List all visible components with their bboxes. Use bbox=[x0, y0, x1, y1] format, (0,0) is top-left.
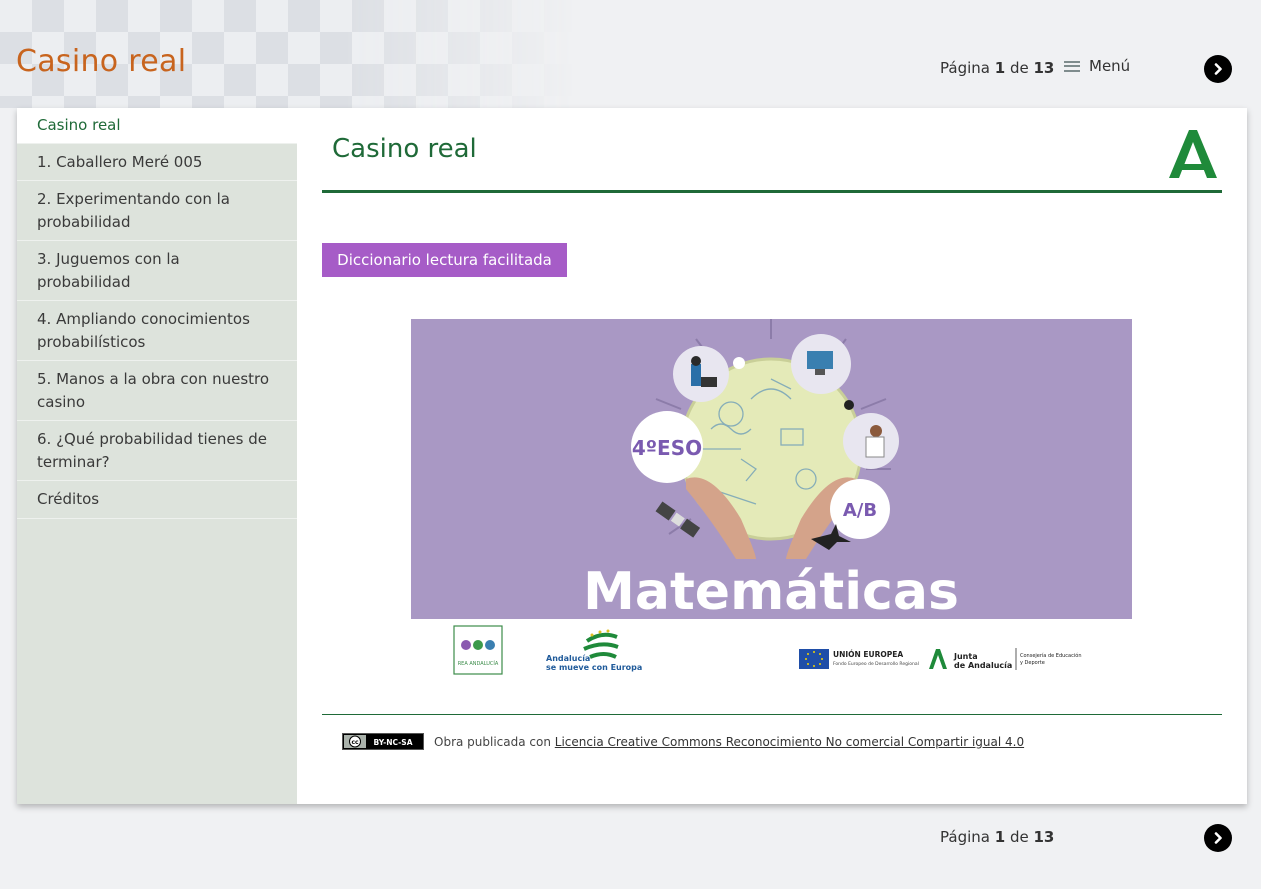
menu-label: Menú bbox=[1089, 57, 1131, 75]
title-divider bbox=[322, 190, 1222, 193]
rea-logo-text: REA ANDALUCÍA bbox=[458, 660, 499, 667]
chevron-right-icon bbox=[1214, 832, 1222, 844]
pagination-bottom: Página 1 de 13 bbox=[940, 828, 1055, 846]
sidebar-item-creditos[interactable]: Créditos bbox=[17, 481, 297, 519]
next-page-button[interactable] bbox=[1204, 55, 1232, 83]
junta-logo-icon bbox=[1169, 130, 1217, 178]
sidebar-item-terminar[interactable]: 6. ¿Qué probabilidad tienes de terminar? bbox=[17, 421, 297, 481]
cover-course: 4ºESO bbox=[632, 436, 702, 460]
site-title: Casino real bbox=[16, 44, 187, 79]
sidebar-item-caballero-mere[interactable]: 1. Caballero Meré 005 bbox=[17, 144, 297, 181]
cover-image: 4ºESO A/B Matemáticas bbox=[411, 319, 1132, 619]
cover-subject: Matemáticas bbox=[583, 562, 959, 619]
header: Casino real Página 1 de 13 Menú bbox=[0, 0, 1261, 108]
page-wrapper: Casino real 1. Caballero Meré 005 2. Exp… bbox=[17, 108, 1247, 804]
junta-line1: Junta bbox=[953, 652, 978, 661]
ue-subtitle: Fondo Europeo de Desarrollo Regional bbox=[833, 661, 919, 667]
license-link[interactable]: Licencia Creative Commons Reconocimiento… bbox=[555, 735, 1024, 749]
hamburger-icon bbox=[1064, 60, 1080, 72]
pagination-top: Página 1 de 13 bbox=[940, 59, 1055, 77]
consejeria-line2: y Deporte bbox=[1020, 660, 1045, 666]
sidebar-item-juguemos[interactable]: 3. Juguemos con la probabilidad bbox=[17, 241, 297, 301]
cc-license-icon[interactable]: cc BY-NC-SA bbox=[342, 733, 424, 750]
license-notice: cc BY-NC-SA Obra publicada con Licencia … bbox=[342, 733, 1024, 750]
institutional-logos: REA ANDALUCÍA Andalucía se mueve con Eur… bbox=[453, 625, 1081, 675]
cc-badge-label: BY-NC-SA bbox=[373, 738, 412, 747]
sidebar-item-experimentando[interactable]: 2. Experimentando con la probabilidad bbox=[17, 181, 297, 241]
svg-text:cc: cc bbox=[351, 739, 359, 746]
cover-level: A/B bbox=[843, 500, 877, 521]
next-page-button-bottom[interactable] bbox=[1204, 824, 1232, 852]
dictionary-button[interactable]: Diccionario lectura facilitada bbox=[322, 243, 567, 277]
junta-line2: de Andalucía bbox=[954, 661, 1012, 670]
menu-button[interactable]: Menú bbox=[1064, 57, 1130, 75]
consejeria-line1: Consejería de Educación bbox=[1020, 652, 1081, 659]
sidebar-item-casino-real[interactable]: Casino real bbox=[17, 108, 297, 144]
andalucia-europa-line1: Andalucía bbox=[546, 654, 590, 663]
andalucia-europa-line2: se mueve con Europa bbox=[546, 663, 642, 672]
footer-divider bbox=[322, 714, 1222, 715]
sidebar-item-ampliando[interactable]: 4. Ampliando conocimientos probabilístic… bbox=[17, 301, 297, 361]
sidebar-item-manos-a-la-obra[interactable]: 5. Manos a la obra con nuestro casino bbox=[17, 361, 297, 421]
main-content: Casino real Diccionario lectura facilita… bbox=[322, 108, 1222, 804]
sidebar: Casino real 1. Caballero Meré 005 2. Exp… bbox=[17, 108, 297, 804]
ue-title: UNIÓN EUROPEA bbox=[833, 650, 903, 659]
chevron-right-icon bbox=[1214, 63, 1222, 75]
license-prefix: Obra publicada con bbox=[434, 734, 551, 749]
page-title: Casino real bbox=[332, 134, 477, 164]
